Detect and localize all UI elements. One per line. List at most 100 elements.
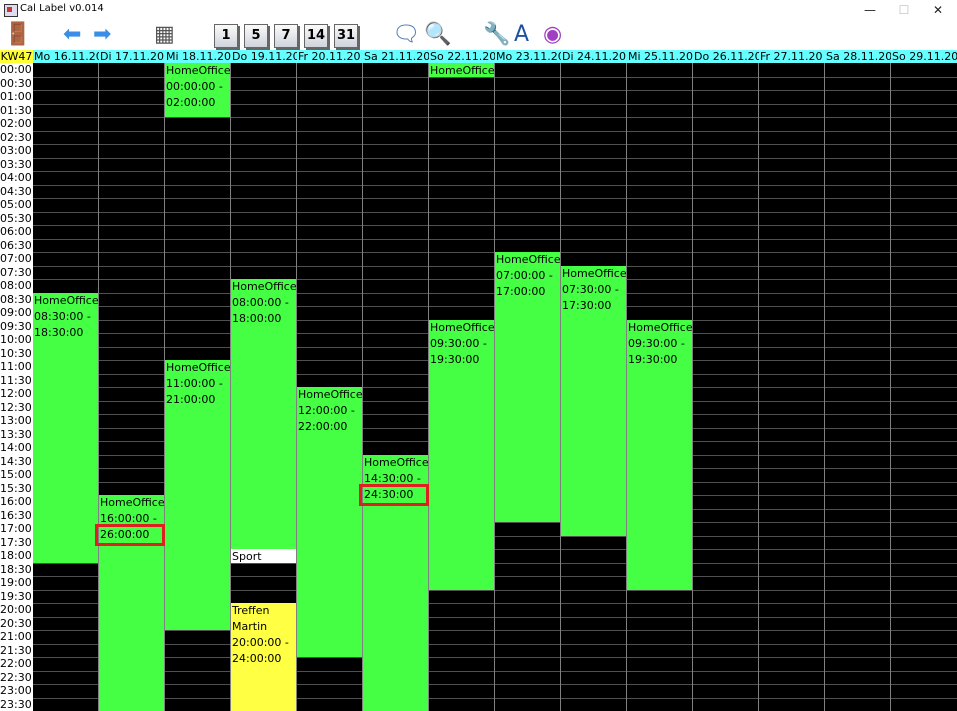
event-text-line: HomeOffice: [298, 388, 362, 401]
time-label: 14:00: [0, 441, 33, 454]
view-14-days-button[interactable]: 14: [304, 24, 328, 48]
day-header[interactable]: Mi 18.11.20: [165, 50, 231, 63]
error-highlight-box: [95, 524, 165, 546]
day-header[interactable]: So 29.11.20: [891, 50, 957, 63]
time-label: 05:30: [0, 211, 33, 225]
time-label: 20:30: [0, 616, 33, 630]
calendar-event[interactable]: HomeOffice 09:30:00 - 19:30:00: [627, 320, 692, 590]
event-text-line: HomeOffice: [430, 64, 494, 77]
grid-row-line: [33, 185, 957, 186]
calendar-event[interactable]: HomeOffice 07:30:00 - 17:30:00: [561, 266, 626, 536]
view-5-days-button[interactable]: 5: [244, 24, 268, 48]
calendar-event[interactable]: HomeOffice: [429, 63, 494, 77]
time-label: 23:30: [0, 697, 33, 711]
day-header[interactable]: So 22.11.20: [429, 50, 495, 63]
settings-wrench-icon[interactable]: 🔧: [483, 22, 510, 48]
time-label: 15:00: [0, 468, 33, 481]
exit-icon[interactable]: 🚪: [4, 22, 31, 48]
title-bar: Cal Label v0.014 — ☐ ✕: [0, 0, 957, 20]
event-text-line: 02:00:00: [166, 96, 216, 109]
time-label: 08:30: [0, 292, 33, 306]
minimize-button[interactable]: —: [853, 0, 887, 20]
time-label: 21:30: [0, 643, 33, 657]
event-text-line: Sport: [232, 550, 262, 563]
note-icon[interactable]: 🗨: [392, 22, 420, 48]
calendar-event[interactable]: HomeOffice 09:30:00 - 19:30:00: [429, 320, 494, 590]
time-label: 03:30: [0, 157, 33, 171]
calendar-event[interactable]: HomeOffice 11:00:00 - 21:00:00: [165, 360, 230, 630]
time-label: 13:30: [0, 427, 33, 441]
grid-column-line: [890, 63, 891, 711]
grid-column-line: [758, 63, 759, 711]
time-label: 07:00: [0, 252, 33, 265]
event-text-line: HomeOffice: [100, 496, 164, 509]
time-label: 21:00: [0, 630, 33, 643]
grid-row-line: [33, 158, 957, 159]
day-header[interactable]: Di 24.11.20: [561, 50, 627, 63]
color-wheel-icon[interactable]: ◉: [543, 22, 562, 48]
day-header[interactable]: Do 19.11.20: [231, 50, 297, 63]
time-label: 03:00: [0, 144, 33, 157]
event-text-line: HomeOffice: [166, 361, 230, 374]
day-header[interactable]: Fr 20.11.20: [297, 50, 363, 63]
calendar-board[interactable]: HomeOffice 08:30:00 -18:30:00 HomeOffice 16…: [33, 63, 957, 711]
window-title: Cal Label v0.014: [20, 3, 104, 14]
event-text-line: 07:30:00 -: [562, 283, 619, 296]
time-label: 07:30: [0, 265, 33, 279]
event-text-line: 20:00:00 -: [232, 636, 289, 649]
back-arrow-icon[interactable]: ⬅: [63, 22, 81, 48]
day-header[interactable]: Fr 27.11.20: [759, 50, 825, 63]
view-1-days-button[interactable]: 1: [214, 24, 238, 48]
time-label: 08:00: [0, 279, 33, 292]
calendar-event[interactable]: Sport: [231, 549, 296, 563]
font-icon[interactable]: A: [514, 22, 529, 48]
calendar-event[interactable]: HomeOffice 07:00:00 - 17:00:00: [495, 252, 560, 522]
calendar-event[interactable]: HomeOffice 00:00:00 - 02:00:00: [165, 63, 230, 117]
maximize-button[interactable]: ☐: [887, 0, 921, 20]
time-label: 09:30: [0, 319, 33, 333]
close-button[interactable]: ✕: [921, 0, 955, 20]
day-header[interactable]: Sa 21.11.20: [363, 50, 429, 63]
calendar-event[interactable]: HomeOffice 08:30:00 - 18:30:00: [33, 293, 98, 563]
grid-column-line: [692, 63, 693, 711]
grid-row-line: [33, 117, 957, 118]
time-label: 09:00: [0, 306, 33, 319]
day-header[interactable]: Sa 28.11.20: [825, 50, 891, 63]
day-header[interactable]: Do 26.11.20: [693, 50, 759, 63]
time-label: 22:30: [0, 670, 33, 684]
time-label: 10:00: [0, 333, 33, 346]
time-label: 04:30: [0, 184, 33, 198]
time-label: 15:30: [0, 481, 33, 495]
event-text-line: 21:00:00: [166, 393, 216, 406]
event-text-line: 19:30:00: [430, 353, 480, 366]
grid-row-line: [33, 212, 957, 213]
calendar-event[interactable]: HomeOffice 12:00:00 - 22:00:00: [297, 387, 362, 657]
day-header[interactable]: Mo 23.11.20: [495, 50, 561, 63]
time-label: 18:00: [0, 549, 33, 562]
view-31-days-button[interactable]: 31: [334, 24, 358, 48]
time-label: 22:00: [0, 657, 33, 670]
search-icon[interactable]: 🔍: [424, 22, 451, 48]
time-label: 06:30: [0, 238, 33, 252]
event-text-line: 11:00:00 -: [166, 377, 223, 390]
time-label: 04:00: [0, 171, 33, 184]
day-header[interactable]: Di 17.11.20: [99, 50, 165, 63]
time-label: 12:30: [0, 400, 33, 414]
grid-row-line: [33, 131, 957, 132]
grid-row-line: [33, 671, 957, 672]
calendar-event[interactable]: Treffen Martin 20:00:00 - 24:00:00: [231, 603, 296, 711]
forward-arrow-icon[interactable]: ➡: [93, 22, 111, 48]
event-text-line: HomeOffice: [430, 321, 494, 334]
time-label: 01:00: [0, 90, 33, 103]
time-label: 11:00: [0, 360, 33, 373]
time-label: 11:30: [0, 373, 33, 387]
grid-row-line: [33, 630, 957, 631]
day-header[interactable]: Mo 16.11.20: [33, 50, 99, 63]
day-header[interactable]: Mi 25.11.20: [627, 50, 693, 63]
view-7-days-button[interactable]: 7: [274, 24, 298, 48]
calendar-grid-icon[interactable]: ▦: [154, 22, 175, 48]
event-text-line: 17:30:00: [562, 299, 612, 312]
calendar-event[interactable]: HomeOffice 08:00:00 - 18:00:00: [231, 279, 296, 549]
time-label: 00:00: [0, 63, 33, 76]
event-text-line: HomeOffice: [496, 253, 560, 266]
